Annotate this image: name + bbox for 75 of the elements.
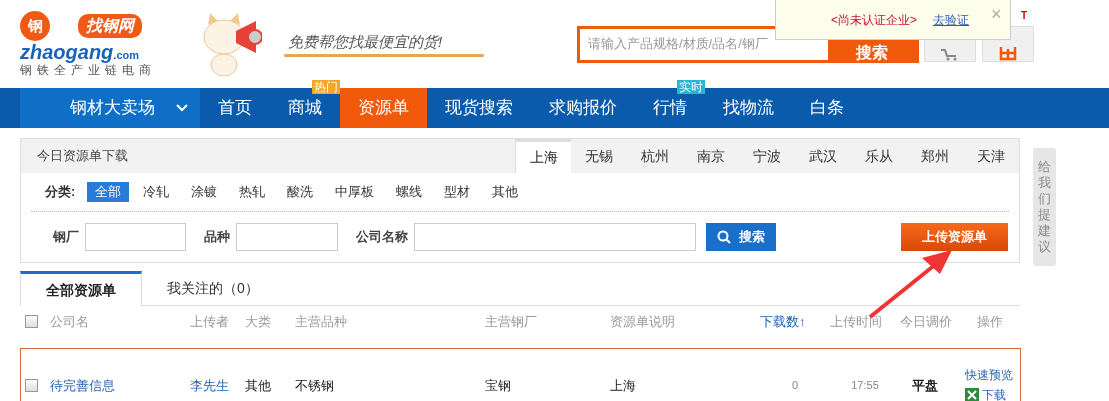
filter-label: 钢厂: [53, 228, 79, 247]
city-tab[interactable]: 武汉: [795, 139, 851, 173]
list-tab[interactable]: 我关注的（0）: [142, 271, 284, 305]
column-header: 公司名: [50, 312, 90, 331]
table-cell-text: 平盘: [912, 377, 938, 395]
spreadsheet-icon: [965, 388, 979, 401]
city-tab[interactable]: 无锡: [571, 139, 627, 173]
logo-domain-suffix: .com: [113, 47, 140, 63]
city-tab[interactable]: 天津: [963, 139, 1019, 173]
category-option[interactable]: 其他: [484, 182, 527, 202]
table-cell-text: 上海: [610, 377, 637, 395]
logo-badge: 钢: [20, 10, 50, 41]
nav-badge: 热门: [312, 80, 340, 94]
search-button[interactable]: 搜索: [706, 223, 776, 251]
city-tab[interactable]: 宁波: [739, 139, 795, 173]
category-menu[interactable]: 钢材大卖场: [20, 88, 200, 128]
logo-bubble: 找钢网: [78, 13, 142, 38]
panel-title: 今日资源单下载: [36, 147, 129, 166]
filter-input[interactable]: [414, 223, 696, 251]
filter-label: 公司名称: [356, 228, 408, 247]
city-tab[interactable]: 乐从: [851, 139, 907, 173]
category-option[interactable]: 酸洗: [279, 182, 322, 202]
category-option[interactable]: 涂镀: [183, 182, 226, 202]
category-label: 分类:: [45, 183, 76, 202]
company-link[interactable]: 待完善信息: [50, 376, 190, 396]
category-option[interactable]: 中厚板: [327, 182, 383, 202]
nav-item[interactable]: 现货搜索: [427, 88, 531, 128]
search-field[interactable]: 请输入产品规格/材质/品名/钢厂: [580, 28, 828, 60]
column-header: 上传者: [190, 312, 230, 331]
logo-tagline: 钢铁全产业链电商: [20, 63, 157, 78]
checkbox[interactable]: [25, 378, 38, 392]
column-header: 操作: [977, 312, 1004, 331]
city-tab[interactable]: 南京: [683, 139, 739, 173]
column-header: 主营品种: [295, 312, 348, 331]
column-header: 主营钢厂: [485, 312, 538, 331]
verify-link[interactable]: 去验证: [933, 10, 969, 29]
grid-icon: [999, 47, 1017, 61]
notice-text: <尚未认证企业>: [831, 11, 917, 29]
filter-label: 品种: [204, 228, 230, 247]
filter-input[interactable]: [85, 223, 186, 251]
category-option[interactable]: 冷轧: [135, 182, 178, 202]
table-cell-text: 不锈钢: [295, 377, 335, 395]
category-option[interactable]: 热轧: [231, 182, 274, 202]
column-header[interactable]: 下载数↑: [760, 311, 830, 332]
table-cell-text: 0: [790, 378, 800, 393]
chevron-down-icon: [176, 104, 188, 112]
nav-item[interactable]: 找物流: [705, 88, 792, 128]
uploader-link[interactable]: 李先生: [190, 376, 245, 396]
filter-input[interactable]: [236, 223, 338, 251]
nav-item[interactable]: 白条: [792, 88, 862, 128]
table-cell-text: 其他: [245, 377, 272, 395]
table-cell-text: 宝钢: [485, 377, 512, 395]
city-tab[interactable]: 郑州: [907, 139, 963, 173]
list-tab[interactable]: 全部资源单: [20, 271, 142, 306]
preview-link[interactable]: 快速预览: [965, 366, 1021, 384]
category-option[interactable]: 全部: [87, 182, 130, 202]
column-header: 今日调价: [900, 312, 953, 331]
upload-button[interactable]: 上传资源单: [901, 223, 1008, 251]
search-icon: [717, 230, 731, 244]
download-link[interactable]: 下载: [982, 386, 1006, 401]
nav-badge: 实时: [677, 80, 705, 94]
checkbox[interactable]: [25, 314, 38, 328]
nav-item[interactable]: 首页: [200, 88, 270, 128]
city-tab[interactable]: 上海: [515, 139, 571, 173]
column-header: 大类: [245, 312, 272, 331]
category-option[interactable]: 螺线: [388, 182, 431, 202]
city-tab[interactable]: 杭州: [627, 139, 683, 173]
nav-item[interactable]: 求购报价: [531, 88, 635, 128]
column-header: 资源单说明: [610, 312, 676, 331]
table-cell-text: 17:55: [850, 378, 880, 393]
category-option[interactable]: 型材: [436, 182, 479, 202]
corner-text: T: [1021, 9, 1028, 23]
column-header: 上传时间: [830, 312, 883, 331]
logo-wordmark: zhaogang: [20, 40, 114, 63]
slogan: 免费帮您找最便宜的货!: [287, 32, 444, 53]
